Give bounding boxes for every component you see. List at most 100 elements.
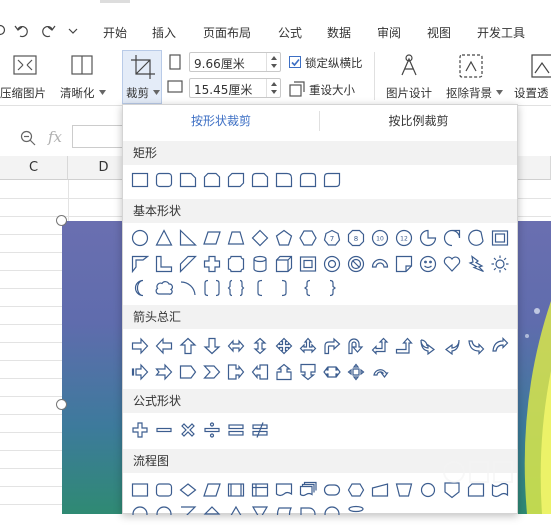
flowchart-predefined-process-icon[interactable] — [227, 481, 245, 499]
left-up-arrow-shape-icon[interactable] — [371, 337, 389, 355]
snip-diagonal-rectangle-icon[interactable] — [227, 171, 245, 189]
notched-right-arrow-shape-icon[interactable] — [155, 363, 173, 381]
redo-icon[interactable] — [40, 24, 56, 38]
double-brace-shape-icon[interactable] — [227, 279, 245, 297]
bent-arrow-shape-icon[interactable] — [323, 337, 341, 355]
up-arrow-shape-icon[interactable] — [179, 337, 197, 355]
right-bracket-shape-icon[interactable] — [275, 279, 293, 297]
quad-arrow-shape-icon[interactable] — [275, 337, 293, 355]
math-plus-shape-icon[interactable] — [131, 421, 149, 439]
left-brace-shape-icon[interactable] — [299, 279, 317, 297]
right-arrow-shape-icon[interactable] — [131, 337, 149, 355]
right-arrow-callout-shape-icon[interactable] — [227, 363, 245, 381]
donut-shape-icon[interactable] — [323, 255, 341, 273]
tab-formulas[interactable]: 公式 — [278, 24, 302, 41]
pentagon-shape-icon[interactable] — [275, 229, 293, 247]
sharpen-dropdown-icon[interactable] — [99, 90, 106, 95]
rounded-rectangle-shape-icon[interactable] — [155, 171, 173, 189]
flowchart-multidocument-icon[interactable] — [299, 481, 317, 499]
fx-icon[interactable]: fx — [48, 128, 62, 146]
no-symbol-shape-icon[interactable] — [347, 255, 365, 273]
math-not-equal-shape-icon[interactable] — [251, 421, 269, 439]
l-shape-icon[interactable] — [155, 255, 173, 273]
decagon-shape-icon[interactable]: 10 — [371, 229, 389, 247]
width-spin-arrows[interactable] — [266, 53, 280, 71]
quad-arrow-callout-shape-icon[interactable] — [347, 363, 365, 381]
sharpen-button[interactable]: 清晰化 — [60, 85, 95, 101]
pentagon-arrow-shape-icon[interactable] — [179, 363, 197, 381]
tab-page-layout[interactable]: 页面布局 — [203, 24, 251, 41]
left-bracket-shape-icon[interactable] — [251, 279, 269, 297]
smiley-face-shape-icon[interactable] — [419, 255, 437, 273]
heptagon-shape-icon[interactable]: 7 — [323, 229, 341, 247]
lightning-bolt-shape-icon[interactable] — [467, 255, 485, 273]
bent-up-arrow-shape-icon[interactable] — [395, 337, 413, 355]
teardrop-shape-icon[interactable] — [443, 229, 461, 247]
up-down-arrow-shape-icon[interactable] — [251, 337, 269, 355]
width-stepper[interactable]: 9.66厘米 — [189, 52, 281, 72]
parallelogram-shape-icon[interactable] — [203, 229, 221, 247]
half-frame-shape-icon[interactable] — [131, 255, 149, 273]
octagon-shape-icon[interactable]: 8 — [347, 229, 365, 247]
flowchart-manual-input-icon[interactable] — [371, 481, 389, 499]
flowchart-data-icon[interactable] — [203, 481, 221, 499]
remove-background-button[interactable]: 抠除背景 — [446, 85, 492, 101]
curved-left-arrow-shape-icon[interactable] — [443, 337, 461, 355]
trapezoid-shape-icon[interactable] — [227, 229, 245, 247]
hexagon-shape-icon[interactable] — [299, 229, 317, 247]
flowchart-alternate-process-icon[interactable] — [155, 481, 173, 499]
flowchart-internal-storage-icon[interactable] — [251, 481, 269, 499]
chevron-shape-icon[interactable] — [203, 363, 221, 381]
quick-access-dropdown-icon[interactable] — [68, 28, 78, 36]
curved-right-arrow-shape-icon[interactable] — [419, 337, 437, 355]
height-spin-arrows[interactable] — [266, 79, 280, 97]
isosceles-triangle-shape-icon[interactable] — [155, 229, 173, 247]
search-icon[interactable] — [0, 24, 8, 38]
pie-shape-icon[interactable] — [419, 229, 437, 247]
bevel-shape-icon[interactable] — [299, 255, 317, 273]
left-arrow-callout-shape-icon[interactable] — [251, 363, 269, 381]
zoom-icon[interactable] — [20, 130, 36, 146]
remove-background-dropdown-icon[interactable] — [496, 90, 503, 95]
curved-up-arrow-shape-icon[interactable] — [467, 337, 485, 355]
dodecagon-shape-icon[interactable]: 12 — [395, 229, 413, 247]
right-brace-shape-icon[interactable] — [323, 279, 341, 297]
oval-shape-icon[interactable] — [131, 229, 149, 247]
double-bracket-shape-icon[interactable] — [203, 279, 221, 297]
flowchart-document-icon[interactable] — [275, 481, 293, 499]
tab-insert[interactable]: 插入 — [152, 24, 176, 41]
down-arrow-shape-icon[interactable] — [203, 337, 221, 355]
math-equal-shape-icon[interactable] — [227, 421, 245, 439]
left-arrow-shape-icon[interactable] — [155, 337, 173, 355]
down-arrow-callout-shape-icon[interactable] — [299, 363, 317, 381]
set-transparent-button[interactable]: 设置透 — [514, 85, 549, 101]
left-right-arrow-shape-icon[interactable] — [227, 337, 245, 355]
rectangle-shape-icon[interactable] — [131, 171, 149, 189]
tab-data[interactable]: 数据 — [327, 24, 351, 41]
snip-two-corner-rectangle-icon[interactable] — [203, 171, 221, 189]
formula-input[interactable] — [72, 125, 122, 148]
snip-rectangle-shape-icon[interactable] — [179, 171, 197, 189]
can-shape-icon[interactable] — [251, 255, 269, 273]
diamond-shape-icon[interactable] — [251, 229, 269, 247]
picture-design-button[interactable]: 图片设计 — [386, 85, 432, 101]
flowchart-manual-operation-icon[interactable] — [395, 481, 413, 499]
compress-picture-button[interactable]: 压缩图片 — [0, 85, 46, 101]
sun-shape-icon[interactable] — [491, 255, 509, 273]
folded-corner-shape-icon[interactable] — [395, 255, 413, 273]
right-triangle-shape-icon[interactable] — [179, 229, 197, 247]
math-minus-shape-icon[interactable] — [155, 421, 173, 439]
up-arrow-callout-shape-icon[interactable] — [275, 363, 293, 381]
diagonal-stripe-shape-icon[interactable] — [179, 255, 197, 273]
tab-crop-by-shape[interactable]: 按形状裁剪 — [123, 105, 319, 137]
frame-shape-icon[interactable] — [491, 229, 509, 247]
resize-handle-top-left[interactable] — [56, 215, 67, 226]
flowchart-decision-icon[interactable] — [179, 481, 197, 499]
column-header-c[interactable]: C — [0, 156, 68, 180]
math-multiply-shape-icon[interactable] — [179, 421, 197, 439]
tab-crop-by-ratio[interactable]: 按比例裁剪 — [320, 105, 517, 137]
lock-ratio-checkbox[interactable] — [289, 56, 301, 68]
cross-shape-icon[interactable] — [203, 255, 221, 273]
arc-shape-icon[interactable] — [179, 279, 197, 297]
cloud-shape-icon[interactable] — [155, 279, 173, 297]
